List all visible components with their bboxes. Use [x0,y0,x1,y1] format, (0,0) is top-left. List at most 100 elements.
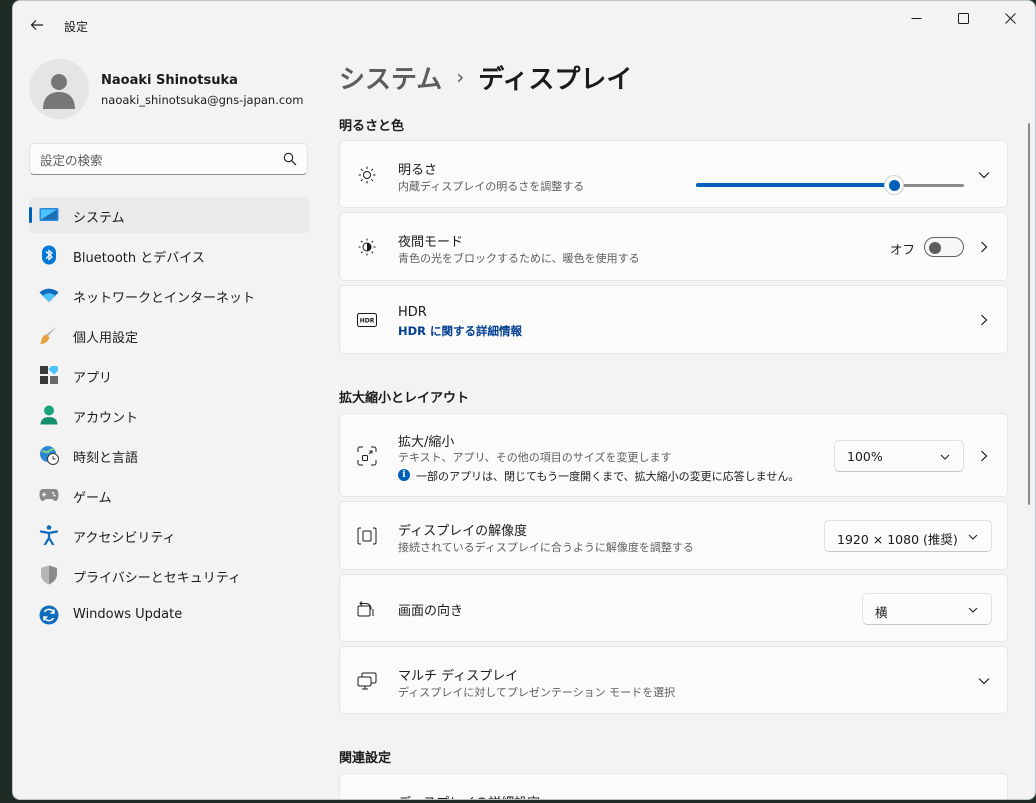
sidebar-item-label: 個人用設定 [73,331,139,346]
orientation-icon [356,598,378,620]
sidebar-item-label: ゲーム [73,491,112,506]
chevron-right-icon [981,241,988,253]
chevron-down-icon [978,172,990,179]
sidebar-item-windows-update[interactable]: Windows Update [29,597,309,633]
expand-chevron-button[interactable] [976,167,992,183]
sidebar-item-label: 時刻と言語 [73,451,139,466]
search-icon[interactable] [283,152,297,166]
maximize-button[interactable] [940,1,986,35]
multi-display-title: マルチ ディスプレイ [398,669,519,684]
night-light-icon [356,236,378,258]
settings-window: 設定 Naoaki Shinotsuka naoaki_shinotsuka@g… [12,0,1036,800]
network-icon [39,285,59,305]
person-icon [43,74,75,109]
sidebar-item-accounts[interactable]: アカウント [29,397,309,433]
orientation-title: 画面の向き [398,604,464,619]
night-light-card[interactable]: 夜間モード 青色の光をブロックするために、暖色を使用する オフ [339,212,1008,281]
chevron-right-icon [981,314,988,326]
chevron-right-icon [981,450,988,462]
night-light-subtitle: 青色の光をブロックするために、暖色を使用する [398,252,640,265]
main-content: システム › ディスプレイ 明るさと色 明るさ 内蔵ディスプレイの明るさを調整す… [339,49,1029,799]
night-light-title: 夜間モード [398,235,464,250]
resolution-dropdown[interactable]: 1920 × 1080 (推奨) [824,520,992,552]
sidebar-item-label: ネットワークとインターネット [73,291,256,306]
advanced-display-card[interactable]: ディスプレイの詳細設定 [339,773,1008,799]
minimize-button[interactable] [893,1,939,35]
apps-icon [39,365,59,385]
bluetooth-icon [39,245,59,265]
system-icon [39,205,59,225]
scale-icon [356,445,378,467]
advanced-display-title: ディスプレイの詳細設定 [398,792,540,799]
back-button[interactable] [23,11,51,39]
accessibility-icon [39,525,59,545]
scale-title: 拡大/縮小 [398,435,455,450]
sidebar-item-system[interactable]: システム [29,197,309,233]
info-icon: i [398,469,410,481]
sun-icon [356,164,378,186]
sidebar-item-bluetooth[interactable]: Bluetooth とデバイス [29,237,309,273]
brush-icon [39,325,59,345]
user-profile[interactable]: Naoaki Shinotsuka naoaki_shinotsuka@gns-… [29,59,319,119]
account-icon [39,405,59,425]
hdr-open-button[interactable] [976,312,992,328]
night-light-open-button[interactable] [976,239,992,255]
sidebar-item-personalization[interactable]: 個人用設定 [29,317,309,353]
night-light-toggle[interactable] [924,237,964,257]
orientation-value: 横 [875,605,888,620]
multi-display-subtitle: ディスプレイに対してプレゼンテーション モードを選択 [398,686,676,699]
multi-display-icon [356,670,378,692]
scale-card[interactable]: 拡大/縮小 テキスト、アプリ、その他の項目のサイズを変更します i 一部のアプリ… [339,413,1008,497]
app-title: 設定 [64,20,89,34]
hdr-card[interactable]: HDR HDR HDR に関する詳細情報 [339,285,1008,354]
resolution-subtitle: 接続されているディスプレイに合うように解像度を調整する [398,541,694,554]
orientation-dropdown[interactable]: 横 [862,593,992,625]
chevron-down-icon [939,451,951,463]
sidebar-item-time-language[interactable]: 時刻と言語 [29,437,309,473]
search-input[interactable] [40,150,270,170]
maximize-icon [957,12,969,24]
brightness-slider[interactable] [696,175,964,195]
sidebar-item-gaming[interactable]: ゲーム [29,477,309,513]
brightness-title: 明るさ [398,163,438,178]
sidebar-item-apps[interactable]: アプリ [29,357,309,393]
time-language-icon [39,445,59,465]
scale-info-text: 一部のアプリは、閉じてもう一度開くまで、拡大縮小の変更に応答しません。 [416,470,800,483]
back-arrow-icon [30,20,43,30]
brightness-card: 明るさ 内蔵ディスプレイの明るさを調整する [339,140,1008,208]
section-title-scale-layout: 拡大縮小とレイアウト [339,391,470,406]
windows-update-icon [39,605,59,625]
breadcrumb-parent[interactable]: システム [339,59,442,96]
resolution-title: ディスプレイの解像度 [398,524,528,539]
sidebar-item-label: Bluetooth とデバイス [73,251,205,266]
sidebar-item-accessibility[interactable]: アクセシビリティ [29,517,309,553]
slider-thumb[interactable] [884,175,905,195]
hdr-icon: HDR [356,309,378,331]
sidebar-nav: システム Bluetooth とデバイス ネットワークとインターネット 個人用設… [29,197,309,637]
multi-display-card[interactable]: マルチ ディスプレイ ディスプレイに対してプレゼンテーション モードを選択 [339,646,1008,714]
settings-search[interactable] [29,143,308,175]
hdr-info-link[interactable]: HDR に関する詳細情報 [398,323,522,339]
chevron-down-icon [978,678,990,685]
sidebar-item-label: プライバシーとセキュリティ [73,571,241,586]
expand-chevron-button[interactable] [976,673,992,689]
chevron-down-icon [967,531,979,543]
sidebar-item-network[interactable]: ネットワークとインターネット [29,277,309,313]
sidebar-item-privacy[interactable]: プライバシーとセキュリティ [29,557,309,593]
scale-open-button[interactable] [976,448,992,464]
scale-dropdown[interactable]: 100% [834,440,964,472]
shield-icon [39,565,59,585]
toggle-knob [929,242,941,254]
close-button[interactable] [987,1,1033,35]
user-name: Naoaki Shinotsuka [101,73,238,88]
resolution-icon [356,525,378,547]
brightness-subtitle: 内蔵ディスプレイの明るさを調整する [398,180,585,193]
scrollbar[interactable] [1028,123,1030,505]
title-bar: 設定 [13,1,1035,49]
sidebar-item-label: Windows Update [73,607,183,622]
scale-value: 100% [847,449,883,464]
section-title-brightness-color: 明るさと色 [339,119,405,134]
slider-fill [696,183,895,187]
breadcrumb: システム › ディスプレイ [339,59,632,95]
sidebar-item-label: アプリ [73,371,113,386]
